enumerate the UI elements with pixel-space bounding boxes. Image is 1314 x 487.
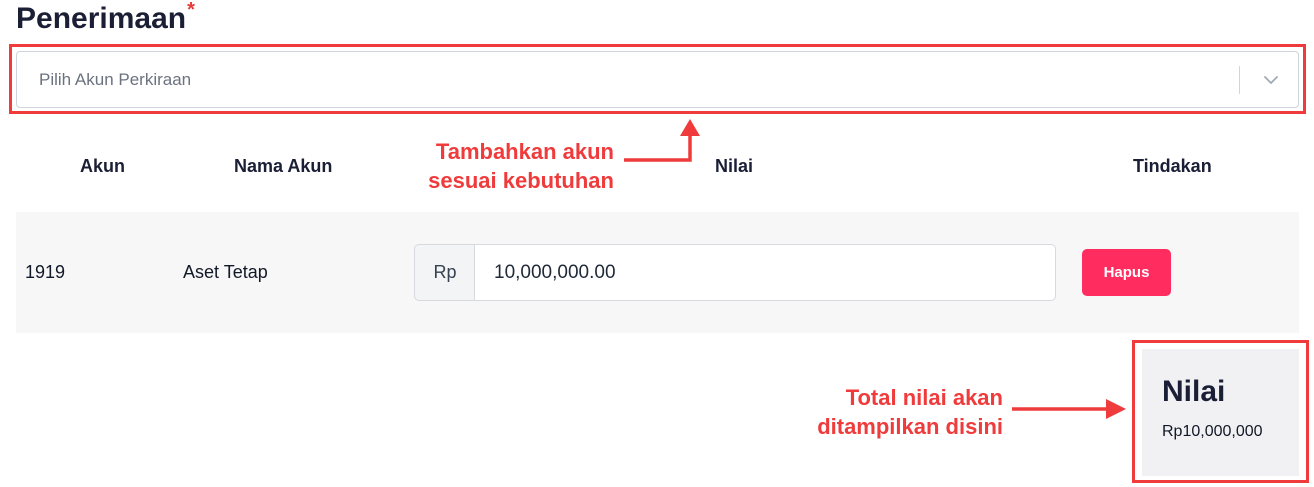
- arrow-to-select: [624, 134, 692, 162]
- arrow-to-select-head: [680, 119, 700, 136]
- arrow-to-total-head: [1106, 399, 1126, 419]
- annotation-arrows: [624, 119, 1126, 419]
